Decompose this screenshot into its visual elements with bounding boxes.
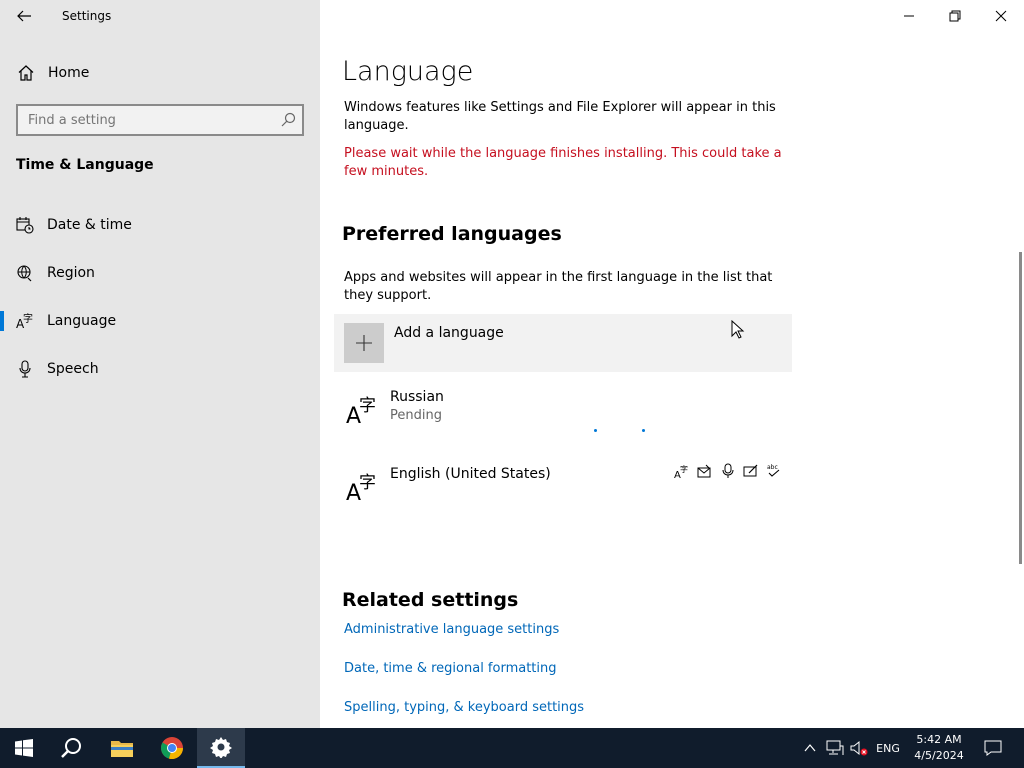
spell-check-icon: abc	[765, 462, 783, 480]
network-icon	[826, 740, 844, 755]
sidebar-item-language[interactable]: A字 Language	[0, 301, 320, 341]
back-arrow-icon	[17, 10, 31, 22]
volume-button[interactable]	[848, 728, 870, 768]
svg-text:字: 字	[680, 464, 688, 474]
chrome-button[interactable]	[148, 728, 196, 768]
taskbar: ENG 5:42 AM 4/5/2024	[0, 728, 1024, 768]
sidebar-item-label: Region	[47, 265, 95, 281]
home-icon	[18, 65, 34, 81]
chevron-up-icon	[804, 744, 816, 752]
sidebar-item-date-time[interactable]: Date & time	[0, 205, 320, 245]
scrollbar[interactable]	[1019, 252, 1022, 564]
speech-recognition-icon	[719, 462, 737, 480]
language-status: Pending	[390, 408, 442, 423]
language-icon: A字	[346, 473, 376, 502]
start-button[interactable]	[0, 728, 48, 768]
home-label: Home	[48, 65, 90, 81]
search-icon[interactable]	[280, 112, 296, 128]
language-item-english-us[interactable]: A字 English (United States) A字 abc	[334, 462, 792, 522]
section-title: Time & Language	[16, 157, 154, 173]
gear-icon	[210, 737, 232, 758]
administrative-language-settings-link[interactable]: Administrative language settings	[344, 622, 559, 637]
language-name: English (United States)	[390, 466, 551, 482]
progress-dot	[642, 429, 645, 432]
svg-text:字: 字	[359, 473, 376, 493]
language-description: Windows features like Settings and File …	[344, 100, 776, 133]
language-item-russian[interactable]: A字 Russian Pending	[334, 385, 792, 445]
display-language-icon: A字	[673, 462, 691, 480]
preferred-languages-title: Preferred languages	[342, 223, 562, 245]
search-icon	[61, 738, 81, 758]
main-content: Language Windows features like Settings …	[320, 0, 1024, 728]
settings-taskbar-button[interactable]	[197, 728, 245, 768]
action-center-button[interactable]	[978, 728, 1008, 768]
mouse-cursor-icon	[731, 320, 745, 339]
home-nav-item[interactable]: Home	[0, 56, 320, 90]
sidebar-item-label: Date & time	[47, 217, 132, 233]
back-button[interactable]	[8, 0, 40, 32]
show-hidden-icons-button[interactable]	[800, 728, 820, 768]
globe-icon	[16, 264, 34, 282]
date-time-regional-formatting-link[interactable]: Date, time & regional formatting	[344, 661, 557, 676]
sidebar-item-speech[interactable]: Speech	[0, 349, 320, 389]
svg-text:abc: abc	[767, 464, 778, 471]
language-icon: A字	[346, 396, 376, 425]
svg-text:字: 字	[23, 312, 33, 325]
preferred-languages-description: Apps and websites will appear in the fir…	[344, 270, 773, 303]
page-title: Language	[342, 56, 474, 87]
clock-time: 5:42 AM	[916, 733, 962, 746]
input-language-indicator[interactable]: ENG	[872, 728, 904, 768]
network-button[interactable]	[824, 728, 846, 768]
handwriting-icon	[742, 462, 760, 480]
volume-muted-icon	[850, 740, 868, 756]
sidebar-item-region[interactable]: Region	[0, 253, 320, 293]
svg-text:字: 字	[359, 396, 376, 416]
clock[interactable]: 5:42 AM 4/5/2024	[908, 732, 970, 764]
sidebar-item-label: Language	[47, 313, 117, 329]
related-settings-title: Related settings	[342, 589, 519, 611]
sidebar: Settings Home Time & Language Date & tim…	[0, 0, 320, 728]
calendar-clock-icon	[16, 216, 34, 234]
search-taskbar-button[interactable]	[48, 728, 96, 768]
notification-icon	[984, 740, 1002, 756]
app-title: Settings	[62, 9, 112, 23]
progress-dot	[594, 429, 597, 432]
chrome-icon	[161, 737, 184, 760]
search-input[interactable]	[18, 106, 268, 134]
windows-logo-icon	[15, 739, 33, 757]
add-language-label: Add a language	[394, 325, 504, 341]
folder-icon	[111, 741, 133, 757]
text-to-speech-icon	[696, 462, 714, 480]
plus-icon	[344, 323, 384, 363]
add-language-button[interactable]: Add a language	[334, 314, 792, 372]
search-box[interactable]	[16, 104, 304, 136]
microphone-icon	[16, 360, 34, 378]
install-warning: Please wait while the language finishes …	[344, 146, 782, 179]
language-icon: A字	[16, 312, 34, 330]
sidebar-item-label: Speech	[47, 361, 99, 377]
title-bar: Settings	[0, 0, 320, 32]
language-name: Russian	[390, 389, 444, 405]
clock-date: 4/5/2024	[914, 749, 964, 762]
spelling-typing-keyboard-settings-link[interactable]: Spelling, typing, & keyboard settings	[344, 700, 584, 715]
file-explorer-button[interactable]	[98, 728, 146, 768]
